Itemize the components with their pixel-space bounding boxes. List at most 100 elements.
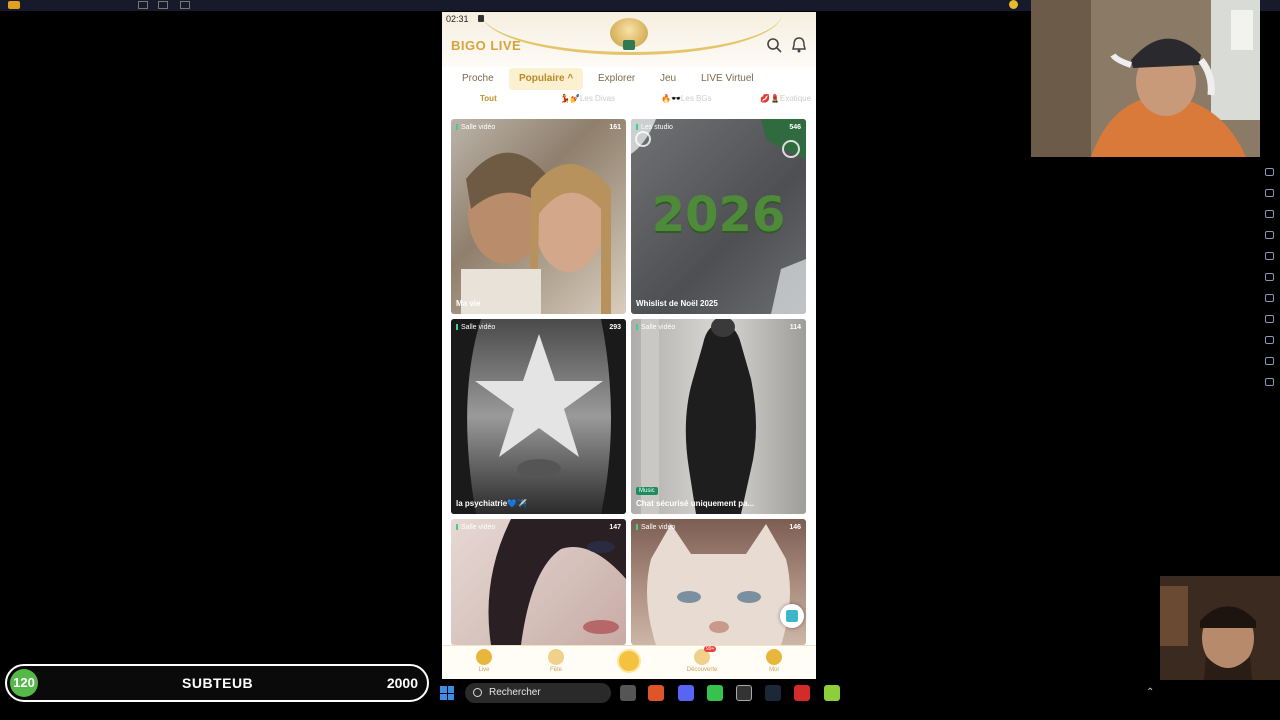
task-view-icon[interactable]: [620, 685, 636, 701]
category-subtabs: Tout 💃💅Les Divas 🔥🕶️Les BGs 💋💄Exotique: [442, 94, 816, 110]
sidebar-tool-icon[interactable]: [1265, 231, 1274, 239]
room-badge: Salle vidéo: [456, 324, 495, 331]
live-card[interactable]: Salle vidéo 146: [631, 519, 806, 645]
viewer-count: 293: [609, 324, 621, 331]
taskbar-search[interactable]: Rechercher: [465, 683, 611, 703]
stream-thumbnail: [488, 519, 626, 645]
tab-live-virtuel[interactable]: LIVE Virtuel: [691, 68, 764, 90]
sidebar-tool-icon[interactable]: [1265, 210, 1274, 218]
go-live-button[interactable]: [617, 649, 641, 673]
profile-icon: [766, 649, 782, 665]
live-card[interactable]: Salle vidéo 147: [451, 519, 626, 645]
search-icon[interactable]: [765, 36, 783, 54]
stream-title: Ma vie: [456, 299, 481, 308]
status-time: 02:31: [446, 14, 469, 24]
stream-thumbnail: [647, 524, 790, 645]
discord-icon[interactable]: [678, 685, 694, 701]
home-icon[interactable]: [158, 1, 168, 9]
tab-explorer[interactable]: Explorer: [588, 68, 645, 90]
room-badge: Salle vidéo: [456, 124, 495, 131]
spreadsheet-icon[interactable]: [707, 685, 723, 701]
nav-live-label: Live: [478, 667, 490, 673]
brave-icon[interactable]: [648, 685, 664, 701]
sidebar-tool-icon[interactable]: [1265, 168, 1274, 176]
nav-decouverte-label: Découverte: [686, 667, 718, 673]
multitask-icon[interactable]: [180, 1, 190, 9]
year-decoration: 2026: [651, 187, 786, 243]
nav-fete[interactable]: Fête: [536, 649, 576, 673]
subtab-divas[interactable]: 💃💅Les Divas: [560, 94, 615, 103]
nav-decouverte[interactable]: Découverte 99+: [682, 646, 722, 673]
stream-title: Whislist de Noël 2025: [636, 299, 718, 308]
room-badge: Salle vidéo: [456, 524, 495, 531]
webcam-guest-feed: [1160, 576, 1280, 680]
viewer-count: 114: [789, 324, 801, 331]
subtab-exotique[interactable]: 💋💄Exotique: [760, 94, 811, 103]
live-card[interactable]: Salle vidéo 293 la psychiatrie💙✈️: [451, 319, 626, 514]
subtab-bgs[interactable]: 🔥🕶️Les BGs: [661, 94, 712, 103]
stream-title: Chat sécurisé uniquement pa...: [636, 499, 755, 508]
sub-goal-bar: 120 SUBTEUB 2000: [5, 664, 429, 702]
obs-icon[interactable]: [736, 685, 752, 701]
nav-live[interactable]: Live: [464, 649, 504, 673]
sidebar-tool-icon[interactable]: [1265, 189, 1274, 197]
nav-moi[interactable]: Moi: [754, 649, 794, 673]
room-badge: Salle vidéo: [636, 524, 675, 531]
live-card[interactable]: Salle vidéo 161 Ma vie: [451, 119, 626, 314]
stream-thumbnail: [641, 319, 756, 514]
sidebar-tool-icon[interactable]: [1265, 252, 1274, 260]
bottom-navigation: Live Fête Découverte 99+ Moi: [442, 645, 816, 679]
sub-goal-target: 2000: [386, 675, 418, 691]
room-badge: Salle vidéo: [636, 324, 675, 331]
tab-jeu[interactable]: Jeu: [650, 68, 686, 90]
music-tag: Music: [636, 487, 658, 495]
sidebar-tool-icon[interactable]: [1265, 273, 1274, 281]
back-icon[interactable]: [138, 1, 148, 9]
windows-taskbar: Rechercher ⌃: [432, 681, 1280, 707]
ornament-tip: [623, 40, 635, 50]
stream-thumbnail: [451, 319, 626, 514]
windows-start-icon[interactable]: [440, 686, 454, 700]
main-tabs: Proche Populaire ^ Explorer Jeu LIVE Vir…: [442, 68, 816, 92]
sidebar-tool-icon[interactable]: [1265, 336, 1274, 344]
nav-moi-label: Moi: [769, 667, 779, 673]
bluestacks-taskbar-icon[interactable]: [824, 685, 840, 701]
sidebar-tool-icon[interactable]: [1265, 294, 1274, 302]
party-icon: [548, 649, 564, 665]
live-card[interactable]: 2026 Les studio 546 Whislist de Noël 202…: [631, 119, 806, 314]
phone-screen: 02:31 BIGO LIVE Proche Populaire ^ Explo…: [442, 12, 816, 679]
room-badge: Les studio: [636, 124, 673, 131]
webcam-streamer: [1031, 0, 1260, 157]
tab-proche[interactable]: Proche: [452, 68, 504, 90]
sidebar-tool-icon[interactable]: [1265, 378, 1274, 386]
app-brand: BIGO LIVE: [451, 38, 522, 53]
notification-count-badge: 99+: [704, 646, 717, 652]
media-player-icon[interactable]: [794, 685, 810, 701]
bluestacks-icon: [8, 1, 20, 9]
viewer-count: 546: [789, 124, 801, 131]
search-icon: [473, 688, 482, 697]
gift-floating-button[interactable]: [780, 604, 804, 628]
stream-title: la psychiatrie💙✈️: [456, 499, 528, 508]
webcam-feed: [1031, 0, 1260, 157]
sidebar-tool-icon[interactable]: [1265, 357, 1274, 365]
coin-icon: [1009, 0, 1018, 9]
taskbar-search-label: Rechercher: [489, 687, 541, 698]
status-lock-icon: [478, 15, 484, 22]
sub-goal-label: SUBTEUB: [182, 675, 254, 691]
viewer-count: 161: [609, 124, 621, 131]
subtab-tout[interactable]: Tout: [480, 94, 497, 103]
live-card[interactable]: Salle vidéo 114 Music Chat sécurisé uniq…: [631, 319, 806, 514]
nav-fete-label: Fête: [549, 667, 562, 673]
viewer-count: 146: [789, 524, 801, 531]
stream-thumbnail: [461, 152, 611, 314]
sidebar-tool-icon[interactable]: [1265, 315, 1274, 323]
webcam-guest: [1160, 576, 1280, 680]
sub-goal-current: 120: [10, 669, 38, 697]
emulator-sidebar: [1260, 160, 1280, 400]
tab-populaire[interactable]: Populaire ^: [509, 68, 584, 90]
notification-bell-icon[interactable]: [790, 36, 808, 54]
steam-icon[interactable]: [765, 685, 781, 701]
chevron-up-icon[interactable]: ⌃: [1146, 687, 1154, 698]
viewer-count: 147: [609, 524, 621, 531]
